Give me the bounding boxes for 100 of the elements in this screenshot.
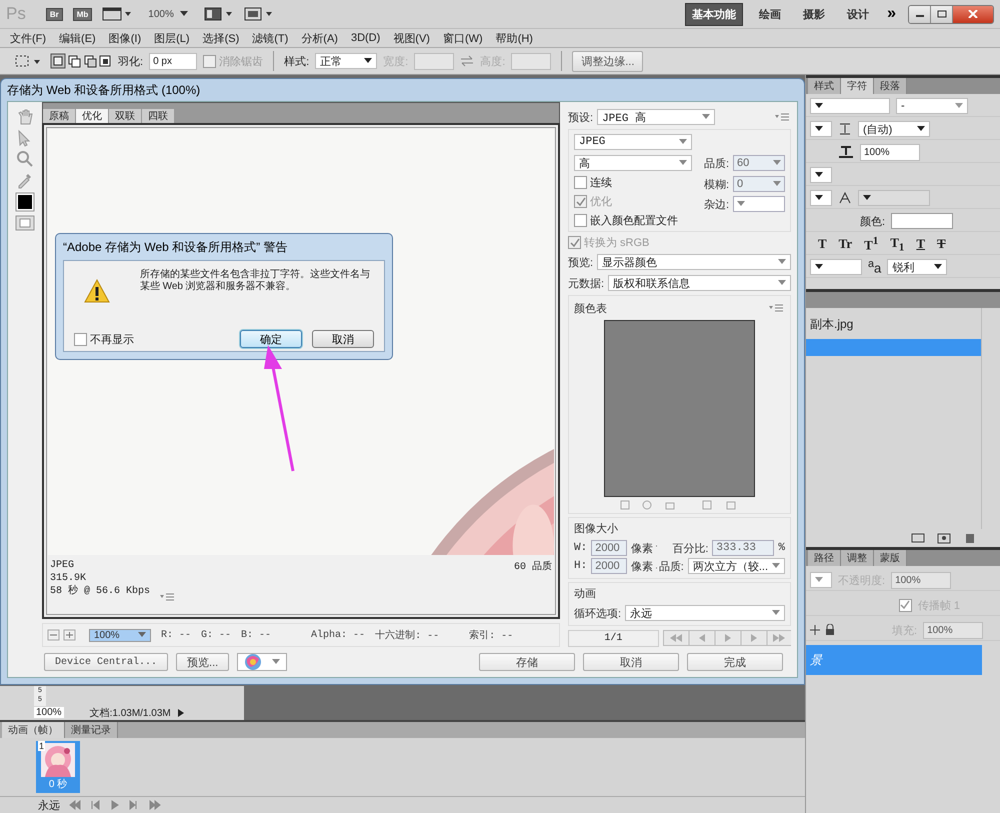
- baseline-dropdown[interactable]: [810, 167, 832, 183]
- propagate-checkbox[interactable]: [898, 598, 912, 612]
- quality-preset-dropdown[interactable]: 高: [574, 155, 692, 171]
- play-icon[interactable]: [176, 708, 185, 718]
- feather-field[interactable]: 0 px: [149, 52, 198, 70]
- workspace-button[interactable]: 基本功能: [685, 2, 744, 26]
- font-style-dropdown[interactable]: -: [896, 98, 968, 114]
- panel-tab[interactable]: 蒙版: [874, 550, 907, 566]
- menu-item[interactable]: 图像(I): [108, 30, 142, 46]
- loop-dropdown[interactable]: 永远: [38, 798, 60, 812]
- menu-item[interactable]: 窗口(W): [442, 30, 483, 46]
- text-style-button[interactable]: T$_{1}$: [890, 234, 904, 254]
- blend-mode-dropdown[interactable]: [810, 572, 832, 588]
- leading-dropdown[interactable]: (自动): [858, 121, 930, 137]
- zoom-field[interactable]: 100%: [34, 707, 64, 718]
- format-dropdown[interactable]: JPEG: [574, 134, 692, 150]
- resample-dropdown[interactable]: 两次立方（较...: [688, 558, 785, 574]
- metadata-dropdown[interactable]: 版权和联系信息: [608, 275, 791, 291]
- dialog-button[interactable]: 取消: [583, 653, 679, 671]
- workspace-button[interactable]: 绘画: [753, 4, 788, 24]
- refine-edge-button[interactable]: 调整边缘...: [572, 50, 644, 72]
- menu-item[interactable]: 分析(A): [301, 30, 338, 46]
- language-dropdown[interactable]: [810, 259, 862, 275]
- antialias-dropdown[interactable]: 锐利: [887, 259, 948, 275]
- menu-item[interactable]: 文件(F): [10, 30, 46, 46]
- font-size-dropdown[interactable]: [810, 98, 890, 114]
- panel-tab[interactable]: 路径: [808, 550, 841, 566]
- preview-button[interactable]: 预览...: [176, 653, 230, 671]
- view-extras-icon[interactable]: [102, 7, 132, 21]
- snapshot-item[interactable]: 副本.jpg: [806, 316, 981, 333]
- selection-mode-icon[interactable]: [50, 53, 112, 69]
- workspace-button[interactable]: 设计: [841, 4, 876, 24]
- launch-button[interactable]: Mb: [72, 8, 92, 20]
- fill-field[interactable]: 100%: [923, 622, 984, 638]
- option-checkbox[interactable]: [574, 176, 587, 189]
- horizontal-scale-field[interactable]: 100%: [860, 144, 920, 160]
- toggle-slices-icon[interactable]: [15, 215, 35, 231]
- panel-menu-icon[interactable]: [769, 304, 785, 312]
- menu-item[interactable]: 帮助(H): [496, 30, 533, 46]
- lock-icon[interactable]: [810, 624, 836, 636]
- device-central-button[interactable]: Device Central...: [44, 653, 168, 671]
- text-style-button[interactable]: T: [937, 236, 946, 252]
- panel-tab[interactable]: 测量记录: [65, 722, 118, 738]
- minimize-button[interactable]: [909, 6, 931, 22]
- panel-menu-icon[interactable]: [775, 113, 791, 121]
- menu-item[interactable]: 滤镜(T): [252, 30, 288, 46]
- screen-mode-icon[interactable]: [244, 7, 274, 21]
- style-dropdown[interactable]: 正常: [315, 53, 378, 69]
- swap-icon[interactable]: [460, 55, 474, 67]
- maximize-button[interactable]: [931, 6, 953, 22]
- preview-dropdown[interactable]: 显示器颜色: [597, 254, 791, 270]
- text-style-button[interactable]: Tr: [838, 236, 852, 252]
- menu-item[interactable]: 视图(V): [393, 30, 430, 46]
- browser-dropdown[interactable]: [237, 653, 288, 671]
- launch-button[interactable]: Br: [46, 8, 63, 20]
- more-workspaces-button[interactable]: »: [885, 5, 898, 23]
- eyedropper-color-swatch[interactable]: [15, 192, 35, 212]
- matte-dropdown[interactable]: [733, 196, 785, 212]
- text-style-button[interactable]: T: [818, 236, 827, 252]
- text-style-button[interactable]: T: [916, 236, 926, 252]
- opacity-field[interactable]: 100%: [891, 572, 952, 588]
- animation-frame[interactable]: 1 0 秒: [36, 741, 80, 793]
- panel-tab[interactable]: 调整: [841, 550, 874, 566]
- width-field[interactable]: 2000: [591, 540, 628, 556]
- hand-tool-icon[interactable]: [16, 108, 34, 126]
- zoom-dropdown[interactable]: 100%: [89, 628, 151, 642]
- width-field[interactable]: [414, 52, 454, 70]
- loop-dropdown[interactable]: 永远: [625, 605, 785, 621]
- arrange-documents-icon[interactable]: [204, 7, 234, 21]
- panel-tab[interactable]: 动画（帧）: [2, 722, 65, 738]
- option-checkbox[interactable]: [574, 214, 587, 227]
- height-field[interactable]: [511, 52, 552, 70]
- panel-tab[interactable]: 样式: [808, 78, 841, 94]
- view-tab[interactable]: 原稿: [43, 109, 75, 123]
- menu-item[interactable]: 编辑(E): [59, 30, 96, 46]
- menu-item[interactable]: 3D(D): [350, 32, 380, 44]
- quality-field[interactable]: 60: [733, 155, 785, 171]
- panel-menu-icon[interactable]: [160, 593, 174, 601]
- blur-field[interactable]: 0: [733, 176, 785, 192]
- tracking-value-dropdown[interactable]: [858, 190, 930, 206]
- dont-show-checkbox[interactable]: [74, 332, 87, 346]
- close-button[interactable]: [953, 6, 993, 22]
- height-field[interactable]: 2000: [591, 558, 628, 574]
- menu-item[interactable]: 选择(S): [202, 30, 240, 46]
- kerning-dropdown[interactable]: [810, 121, 832, 137]
- srgb-checkbox[interactable]: [568, 236, 581, 249]
- color-swatch[interactable]: [891, 213, 954, 229]
- dialog-button[interactable]: 取消: [312, 330, 374, 348]
- panel-tab[interactable]: 字符: [841, 78, 874, 94]
- text-style-button[interactable]: T$^{1}$: [864, 234, 878, 254]
- dialog-button[interactable]: 存储: [479, 653, 575, 671]
- view-tab[interactable]: 四联: [142, 109, 174, 123]
- panel-tab[interactable]: 段落: [874, 78, 907, 94]
- tracking-dropdown[interactable]: [810, 190, 832, 206]
- menu-item[interactable]: 图层(L): [154, 30, 190, 46]
- dialog-button[interactable]: 确定: [240, 330, 302, 348]
- dialog-button[interactable]: 完成: [687, 653, 783, 671]
- percent-field[interactable]: 333.33: [712, 540, 774, 556]
- zoom-tool-icon[interactable]: [16, 150, 34, 168]
- workspace-button[interactable]: 摄影: [797, 4, 832, 24]
